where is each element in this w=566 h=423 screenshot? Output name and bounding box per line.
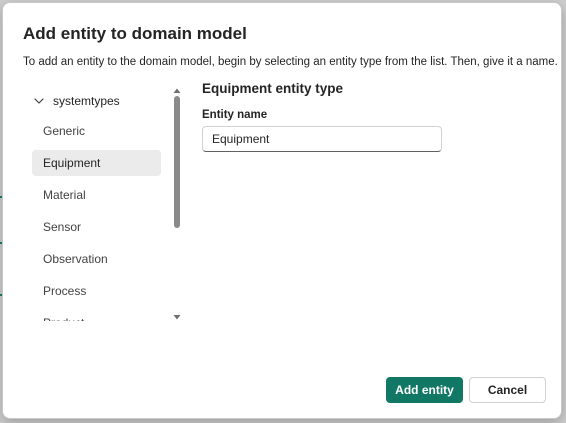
tree-item-observation[interactable]: Observation [32, 246, 161, 272]
scrollbar-thumb[interactable] [174, 96, 180, 228]
tree-item-sensor[interactable]: Sensor [32, 214, 161, 240]
tree-node-label: systemtypes [53, 94, 120, 108]
add-entity-dialog: Add entity to domain model To add an ent… [2, 2, 562, 419]
tree-scrollbar[interactable] [172, 83, 182, 320]
chevron-down-icon[interactable] [32, 94, 46, 108]
entity-type-tree: systemtypes Generic Equipment Material S… [32, 85, 173, 321]
entity-name-label: Entity name [202, 109, 268, 121]
tree-node-systemtypes[interactable]: systemtypes [32, 89, 120, 113]
caret-down-icon[interactable] [172, 309, 182, 320]
tree-item-equipment[interactable]: Equipment [32, 150, 161, 176]
dialog-title: Add entity to domain model [23, 24, 247, 43]
tree-item-material[interactable]: Material [32, 182, 161, 208]
tree-item-generic[interactable]: Generic [32, 118, 161, 144]
cancel-button[interactable]: Cancel [469, 377, 546, 403]
tree-item-product[interactable]: Product [32, 310, 161, 321]
caret-up-icon[interactable] [172, 83, 182, 93]
dialog-description: To add an entity to the domain model, be… [23, 56, 558, 68]
tree-item-process[interactable]: Process [32, 278, 161, 304]
section-heading: Equipment entity type [202, 81, 344, 96]
entity-name-input[interactable] [202, 126, 442, 152]
add-entity-button[interactable]: Add entity [386, 377, 463, 403]
